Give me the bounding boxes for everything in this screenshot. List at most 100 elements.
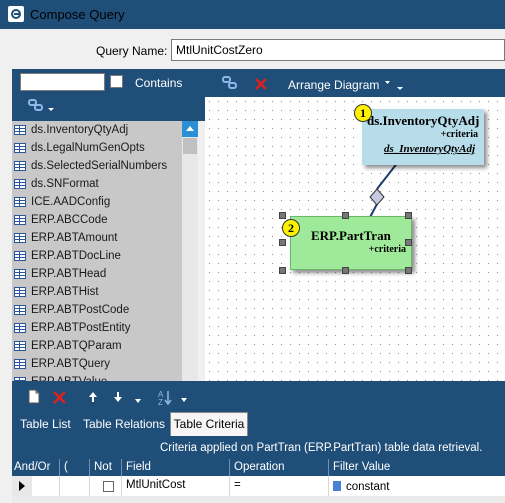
criteria-field-cell[interactable]: MtlUnitCost [126, 479, 185, 491]
list-item[interactable]: ERP.ABTDocLine [12, 247, 195, 265]
cell-divider [229, 476, 230, 496]
resize-handle[interactable] [342, 267, 349, 274]
arrange-diagram-button[interactable]: Arrange Diagram [288, 78, 379, 92]
table-search-input[interactable] [20, 73, 105, 91]
contains-label: Contains [135, 76, 183, 90]
move-down-icon[interactable] [113, 391, 123, 403]
link-icon[interactable] [222, 76, 238, 90]
query-name-label: Query Name: [96, 44, 168, 58]
column-divider [89, 459, 90, 476]
cell-divider [89, 476, 90, 496]
list-item[interactable]: ERP.ABTQParam [12, 337, 195, 355]
delete-icon[interactable] [254, 77, 268, 91]
resize-handle[interactable] [405, 267, 412, 274]
list-item[interactable]: ERP.ABTAmount [12, 229, 195, 247]
column-divider [59, 459, 60, 476]
dropdown-arrow-icon[interactable] [134, 398, 142, 404]
criteria-operation-cell[interactable]: = [234, 479, 241, 491]
table-list-scrollbar[interactable] [182, 121, 198, 381]
not-checkbox[interactable] [103, 481, 114, 492]
list-item[interactable]: ERP.ABTHist [12, 283, 195, 301]
list-item[interactable]: ERP.ABCCode [12, 211, 195, 229]
relation-diamond-icon [369, 188, 385, 206]
row-selector-icon[interactable] [12, 476, 32, 496]
cell-divider [59, 476, 60, 496]
criteria-grid-header: And/Or ( Not Field Operation Filter Valu… [12, 459, 505, 476]
column-header-field[interactable]: Field [126, 461, 151, 473]
list-item[interactable]: ds.InventoryQtyAdj [12, 121, 195, 139]
list-item[interactable]: ICE.AADConfig [12, 193, 195, 211]
criteria-toolbar [12, 381, 505, 411]
table-icon [14, 233, 26, 243]
table-icon [14, 287, 26, 297]
contains-checkbox[interactable] [110, 75, 123, 88]
table-row[interactable]: MtlUnitCost = constant [12, 476, 505, 497]
cell-divider [328, 476, 329, 496]
column-header-not[interactable]: Not [94, 461, 112, 473]
table-icon [14, 323, 26, 333]
list-item[interactable]: ERP.ABTPostEntity [12, 319, 195, 337]
list-item[interactable]: ERP.ABTHead [12, 265, 195, 283]
criteria-filter-value-cell[interactable]: constant [346, 481, 389, 493]
column-header-operation[interactable]: Operation [234, 461, 285, 473]
node-alias: ds_InventoryQtyAdj [383, 143, 475, 155]
query-name-input[interactable] [171, 39, 505, 61]
table-icon [14, 125, 26, 135]
table-icon [14, 179, 26, 189]
resize-handle[interactable] [405, 239, 412, 246]
grid-footer [12, 496, 505, 503]
table-icon [14, 305, 26, 315]
column-header-filter-value[interactable]: Filter Value [333, 461, 390, 473]
resize-handle[interactable] [279, 212, 286, 219]
node-number-badge: 1 [354, 104, 372, 122]
table-icon [14, 359, 26, 369]
list-item[interactable]: ERP.ABTValue [12, 373, 195, 381]
move-up-icon[interactable] [88, 391, 98, 403]
scroll-thumb[interactable] [183, 138, 197, 154]
diagram-node-part-tran[interactable]: ERP.PartTran +criteria [290, 216, 412, 270]
table-icon [14, 251, 26, 261]
list-item[interactable]: ERP.ABTPostCode [12, 301, 195, 319]
sort-icon[interactable]: A Z [157, 388, 187, 406]
diagram-node-inventory-qty-adj[interactable]: ds.InventoryQtyAdj +criteria ds_Inventor… [362, 109, 484, 165]
list-item[interactable]: ds.SelectedSerialNumbers [12, 157, 195, 175]
table-icon [14, 269, 26, 279]
table-icon [14, 215, 26, 225]
table-icon [14, 341, 26, 351]
cell-divider [121, 476, 122, 496]
criteria-caption-text: Criteria applied on PartTran (ERP.PartTr… [160, 442, 483, 454]
table-icon [14, 197, 26, 207]
table-list[interactable]: ds.InventoryQtyAdj ds.LegalNumGenOpts ds… [12, 121, 195, 381]
resize-handle[interactable] [342, 212, 349, 219]
scroll-up-button[interactable] [182, 121, 198, 137]
new-icon[interactable] [28, 389, 40, 404]
app-icon [8, 6, 24, 22]
node-title: ds.InventoryQtyAdj [367, 113, 480, 128]
column-header-open-paren[interactable]: ( [64, 461, 68, 473]
table-icon [14, 161, 26, 171]
dropdown-arrow-icon[interactable] [384, 79, 404, 91]
delete-icon[interactable] [53, 391, 66, 404]
tab-table-criteria[interactable]: Table Criteria [170, 412, 248, 436]
constant-icon [333, 481, 341, 491]
list-item[interactable]: ds.LegalNumGenOpts [12, 139, 195, 157]
node-criteria-label[interactable]: +criteria [369, 244, 406, 255]
list-item[interactable]: ERP.ABTQuery [12, 355, 195, 373]
link-icon[interactable] [28, 99, 54, 115]
node-title: ERP.PartTran [311, 228, 391, 243]
list-item[interactable]: ds.SNFormat [12, 175, 195, 193]
resize-handle[interactable] [279, 267, 286, 274]
criteria-caption: Criteria applied on PartTran (ERP.PartTr… [12, 437, 505, 459]
window-title: Compose Query [30, 7, 125, 22]
tab-table-relations[interactable]: Table Relations [83, 414, 165, 434]
table-icon [14, 143, 26, 153]
column-divider [328, 459, 329, 476]
node-criteria-label[interactable]: +criteria [441, 129, 478, 140]
column-divider [229, 459, 230, 476]
node-number-badge: 2 [282, 219, 300, 237]
column-header-and-or[interactable]: And/Or [14, 461, 50, 473]
resize-handle[interactable] [405, 212, 412, 219]
resize-handle[interactable] [279, 239, 286, 246]
svg-text:Z: Z [158, 398, 163, 406]
tab-table-list[interactable]: Table List [20, 414, 71, 434]
